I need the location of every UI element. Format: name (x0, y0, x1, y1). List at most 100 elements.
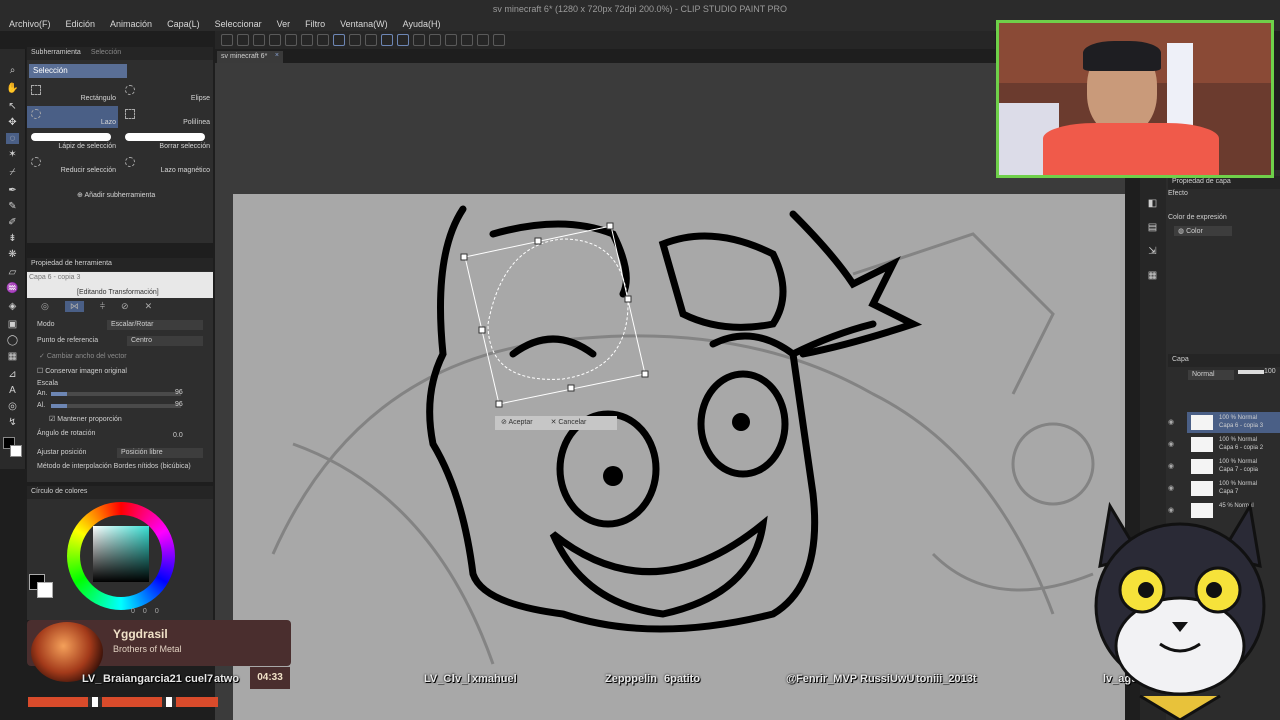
eyedropper-icon[interactable]: ⌿ (6, 167, 19, 178)
height-slider[interactable] (51, 404, 181, 408)
subtool-polyline[interactable]: Polilínea (121, 106, 212, 128)
menu-edit[interactable]: Edición (57, 17, 102, 31)
width-value[interactable]: 96 (175, 389, 183, 396)
resize-icon[interactable] (461, 34, 473, 46)
tab-selection[interactable]: Selección (91, 49, 121, 58)
ok-icon[interactable]: ⊘ (121, 301, 129, 312)
ruler-tool-icon[interactable]: ⊿ (6, 369, 19, 380)
blend-mode-select[interactable]: Normal (1188, 370, 1234, 380)
interpolation-row[interactable]: Método de interpolación Bordes nítidos (… (37, 463, 191, 470)
flip-v-icon[interactable]: ⫩ (100, 301, 105, 312)
opacity-value[interactable]: 100 (1264, 368, 1276, 375)
subtool-selection-pen[interactable]: Lápiz de selección (27, 130, 118, 152)
menu-select[interactable]: Seleccionar (206, 17, 268, 31)
show-selection-icon[interactable] (381, 34, 393, 46)
decoration-icon[interactable]: ❋ (6, 249, 19, 260)
subtool-rectangle[interactable]: Rectángulo (27, 82, 118, 104)
clear-icon[interactable] (301, 34, 313, 46)
layer-row[interactable]: 100 % Normal Capa 6 - copia 3 (1187, 412, 1280, 433)
snap-special-ruler-icon[interactable] (413, 34, 425, 46)
layer-row[interactable]: 100 % Normal Capa 6 - copia 2 (1187, 434, 1280, 455)
balloon-icon[interactable]: ◎ (6, 401, 19, 412)
layer-property-icon[interactable]: ◧ (1146, 198, 1159, 209)
ruler-icon[interactable] (493, 34, 505, 46)
mode-select[interactable]: Escalar/Rotar (107, 320, 203, 330)
material-icon[interactable]: ▦ (1146, 270, 1159, 281)
rotation-value[interactable]: 0.0 (173, 432, 183, 439)
snap-grid-icon[interactable] (429, 34, 441, 46)
invert-selection-icon[interactable] (365, 34, 377, 46)
close-icon[interactable]: × (275, 52, 279, 59)
sub-color-swatch[interactable] (37, 582, 53, 598)
hand-icon[interactable]: ✋ (6, 83, 19, 94)
menu-filter[interactable]: Filtro (296, 17, 331, 31)
keep-ratio-checkbox[interactable]: ☑ Mantener proporción (49, 415, 122, 423)
opacity-slider[interactable] (1238, 370, 1264, 374)
menu-file[interactable]: Archivo(F) (0, 17, 57, 31)
redo-icon[interactable] (285, 34, 297, 46)
subtool-shrink-selection[interactable]: Reducir selección (27, 154, 118, 176)
airbrush-icon[interactable]: ⇟ (6, 233, 19, 244)
target-icon[interactable]: ◎ (41, 301, 49, 312)
cancel-icon[interactable]: ✕ (145, 301, 153, 312)
deselect-icon[interactable] (349, 34, 361, 46)
frame-icon[interactable]: ▦ (6, 351, 19, 362)
correct-line-icon[interactable]: ↯ (6, 417, 19, 428)
height-value[interactable]: 96 (175, 401, 183, 408)
subtool-erase-selection[interactable]: Borrar selección (121, 130, 212, 152)
color-value-s[interactable]: 0 (143, 608, 147, 615)
pencil-icon[interactable]: ✎ (6, 201, 19, 212)
crop-icon[interactable] (445, 34, 457, 46)
move-icon[interactable]: ✥ (6, 117, 19, 128)
document-tab[interactable]: sv minecraft 6* × (217, 51, 283, 63)
undo-icon[interactable] (269, 34, 281, 46)
blend-icon[interactable]: ♒ (6, 283, 19, 294)
gradient-icon[interactable]: ▣ (6, 319, 19, 330)
save-icon[interactable] (253, 34, 265, 46)
flip-h-icon[interactable]: ⋈ (64, 301, 84, 312)
menu-animation[interactable]: Animación (101, 17, 158, 31)
menu-window[interactable]: Ventana(W) (331, 17, 394, 31)
tab-subtool[interactable]: Subherramienta (31, 49, 81, 58)
color-value-v[interactable]: 0 (155, 608, 159, 615)
figure-icon[interactable]: ◯ (6, 335, 19, 346)
subtool-ellipse[interactable]: Elipse (121, 82, 212, 104)
width-slider[interactable] (51, 392, 181, 396)
lasso-icon[interactable]: ◌ (6, 133, 19, 144)
color-value-h[interactable]: 0 (131, 608, 135, 615)
menu-help[interactable]: Ayuda(H) (394, 17, 447, 31)
magic-wand-icon[interactable]: ✶ (6, 149, 19, 160)
fill-icon[interactable]: ◈ (6, 301, 19, 312)
navigator-icon[interactable]: ▤ (1146, 222, 1159, 233)
sub-color-swatch[interactable] (10, 445, 22, 457)
operation-icon[interactable]: ↖ (6, 101, 19, 112)
menu-view[interactable]: Ver (268, 17, 297, 31)
subtool-lasso[interactable]: Lazo (27, 106, 118, 128)
zoom-icon[interactable]: ⌕ (6, 65, 19, 76)
drawing-canvas[interactable]: ⊘ Aceptar ✕ Cancelar (233, 194, 1125, 720)
transform-icon[interactable] (333, 34, 345, 46)
adjust-position-select[interactable]: Posición libre (117, 448, 203, 458)
snap-ruler-icon[interactable] (397, 34, 409, 46)
menu-layer[interactable]: Capa(L) (158, 17, 206, 31)
hue-ring[interactable] (67, 502, 175, 610)
add-subtool-button[interactable]: ⊕ Añadir subherramienta (77, 191, 155, 199)
history-icon[interactable]: ⇲ (1146, 246, 1159, 257)
subtool-group-selection[interactable]: Selección (29, 64, 127, 78)
subtool-magnetic-lasso[interactable]: Lazo magnético (121, 154, 212, 176)
pen-icon[interactable]: ✒ (6, 185, 19, 196)
text-icon[interactable]: A (6, 385, 19, 396)
expression-color-select[interactable]: ◍ Color (1174, 226, 1232, 236)
open-icon[interactable] (237, 34, 249, 46)
saturation-square[interactable] (93, 526, 149, 582)
cancel-button[interactable]: ✕ Cancelar (551, 418, 587, 428)
eraser-icon[interactable]: ▱ (6, 267, 19, 278)
reference-point-select[interactable]: Centro (127, 336, 203, 346)
flip-icon[interactable] (477, 34, 489, 46)
layer-row[interactable]: 100 % Normal Capa 7 - copia (1187, 456, 1280, 477)
new-icon[interactable] (221, 34, 233, 46)
accept-button[interactable]: ⊘ Aceptar (501, 418, 533, 428)
change-vector-width-checkbox[interactable]: ✓ Cambiar ancho del vector (39, 352, 127, 360)
brush-icon[interactable]: ✐ (6, 217, 19, 228)
keep-original-checkbox[interactable]: ☐ Conservar imagen original (37, 367, 127, 375)
